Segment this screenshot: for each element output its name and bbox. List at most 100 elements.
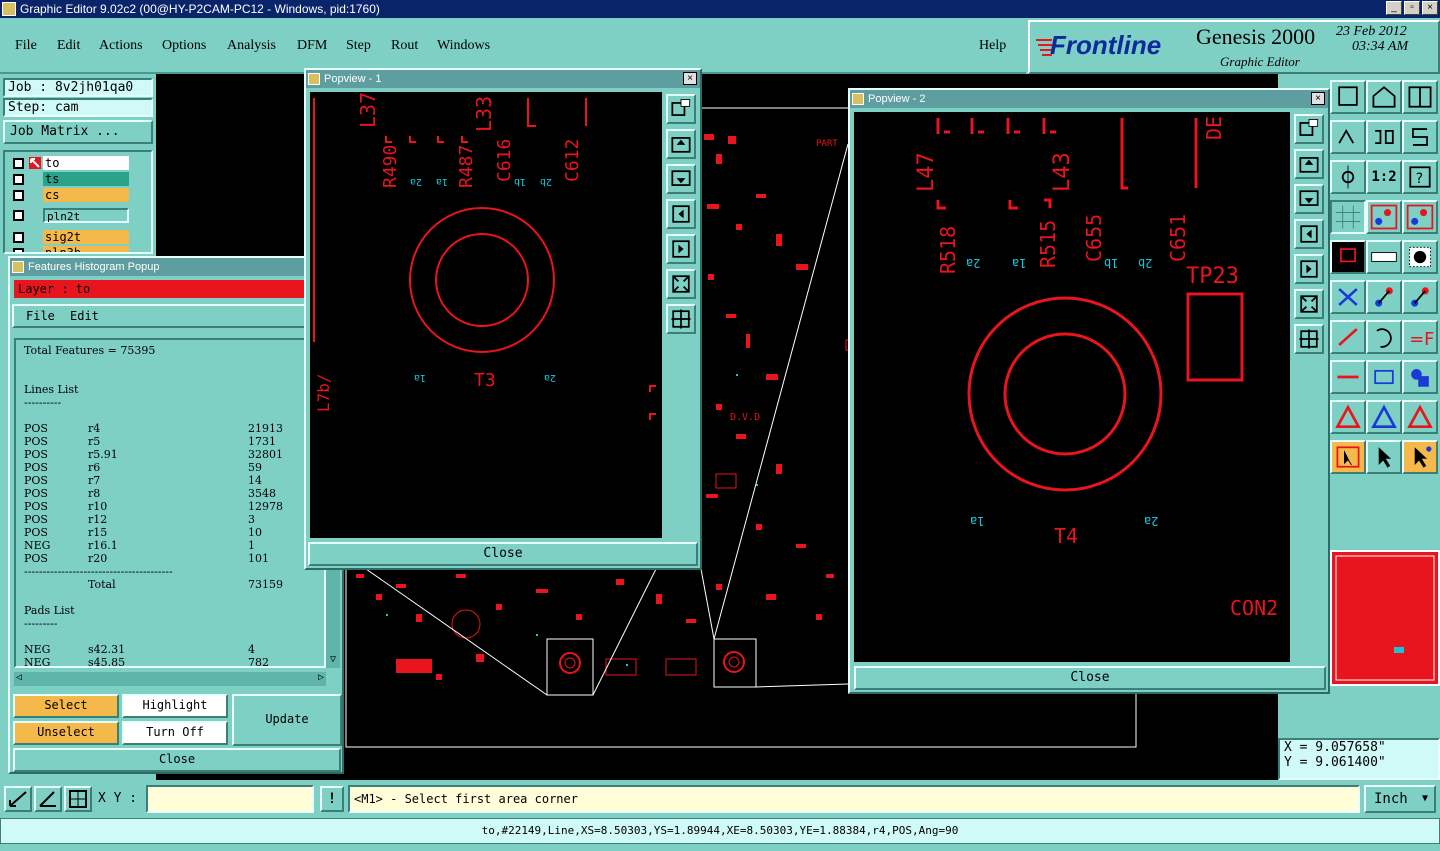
- menu-edit[interactable]: Edit: [57, 38, 80, 54]
- menu-file[interactable]: File: [15, 38, 37, 54]
- scroll-left-icon[interactable]: ◁: [16, 672, 22, 683]
- pan-right-icon[interactable]: [666, 234, 696, 264]
- units-selector[interactable]: Inch ▼: [1364, 785, 1436, 813]
- layer-checkbox[interactable]: [13, 232, 24, 243]
- xy-input[interactable]: [146, 785, 314, 813]
- line-row[interactable]: POS r20 101: [24, 552, 316, 565]
- line-row[interactable]: POS r7 14: [24, 474, 316, 487]
- popview-1-close-button[interactable]: Close: [308, 542, 698, 566]
- close-window-button[interactable]: ×: [1422, 1, 1438, 15]
- line-row[interactable]: POS r5.91 32801: [24, 448, 316, 461]
- move-point-icon[interactable]: [1366, 280, 1402, 314]
- scroll-down-icon[interactable]: ▽: [326, 654, 340, 668]
- pan-down-icon[interactable]: [1294, 184, 1324, 214]
- add-text-icon[interactable]: =F: [1402, 320, 1438, 354]
- popview-1-window[interactable]: Popview - 1 × L37 L33 R490 R487 C616 C612…: [304, 68, 702, 570]
- zoom-fit-icon[interactable]: [1294, 289, 1324, 319]
- line-row[interactable]: POS r12 3: [24, 513, 316, 526]
- histogram-hscrollbar[interactable]: ◁ ▷: [14, 672, 326, 686]
- center-icon[interactable]: [1330, 160, 1366, 194]
- pan-left-icon[interactable]: [1294, 219, 1324, 249]
- line-row[interactable]: POS r4 21913: [24, 422, 316, 435]
- add-pad-icon[interactable]: [1402, 360, 1438, 394]
- copy-point-icon[interactable]: [1402, 280, 1438, 314]
- menu-analysis[interactable]: Analysis: [227, 38, 276, 54]
- layer-row[interactable]: ts: [13, 172, 129, 187]
- layer-checkbox[interactable]: [13, 248, 24, 252]
- line-row[interactable]: POS r5 1731: [24, 435, 316, 448]
- layer-row[interactable]: pln2t: [13, 208, 129, 223]
- histogram-close-button[interactable]: Close: [13, 748, 341, 772]
- layer-checkbox[interactable]: [13, 190, 24, 201]
- scroll-right-icon[interactable]: ▷: [318, 672, 324, 683]
- select-button[interactable]: Select: [13, 694, 119, 718]
- histogram-menu-file[interactable]: File: [26, 309, 55, 323]
- cross-delete-icon[interactable]: [1330, 280, 1366, 314]
- snap-icon[interactable]: [1366, 120, 1402, 154]
- turn-off-button[interactable]: Turn Off: [122, 721, 228, 745]
- zoom-out-icon[interactable]: [1294, 324, 1324, 354]
- pan-up-icon[interactable]: [1294, 149, 1324, 179]
- select-area-icon[interactable]: [1330, 440, 1366, 474]
- help-question-icon[interactable]: ?: [1402, 160, 1438, 194]
- net-highlight-icon[interactable]: [1402, 200, 1438, 234]
- line-row[interactable]: POS r15 10: [24, 526, 316, 539]
- zoom-home-icon[interactable]: [1330, 80, 1366, 114]
- polygon-icon[interactable]: [1330, 400, 1366, 434]
- line-row[interactable]: NEG r16.1 1: [24, 539, 316, 552]
- add-arc-icon[interactable]: [1366, 320, 1402, 354]
- menu-rout[interactable]: Rout: [391, 38, 418, 54]
- popview-2-window[interactable]: Popview - 2 × L47 L43 R518 R515 C655 C651…: [848, 88, 1330, 694]
- select-pointer-icon[interactable]: [1366, 440, 1402, 474]
- layer-list[interactable]: to ts cs pln2t sig2t pln3b: [3, 150, 153, 254]
- grid-icon[interactable]: [1330, 200, 1366, 234]
- layer-checkbox[interactable]: [13, 174, 24, 185]
- layer-row[interactable]: cs: [13, 188, 129, 203]
- pad-row[interactable]: NEG s45.85 782: [24, 656, 316, 666]
- scale-1-2-icon[interactable]: 1:2: [1366, 160, 1402, 194]
- window-split-icon[interactable]: [1402, 80, 1438, 114]
- highlight-button[interactable]: Highlight: [122, 694, 228, 718]
- menu-options[interactable]: Options: [162, 38, 206, 54]
- zoom-fit-icon[interactable]: [666, 269, 696, 299]
- line-row[interactable]: POS r6 59: [24, 461, 316, 474]
- close-icon[interactable]: ×: [1311, 92, 1325, 105]
- layer-display-icon[interactable]: [1330, 240, 1366, 274]
- menu-dfm[interactable]: DFM: [297, 38, 327, 54]
- histogram-titlebar[interactable]: Features Histogram Popup: [10, 258, 342, 276]
- update-button[interactable]: Update: [232, 694, 342, 746]
- line-row[interactable]: POS r8 3548: [24, 487, 316, 500]
- add-line-icon[interactable]: [1330, 320, 1366, 354]
- unselect-button[interactable]: Unselect: [13, 721, 119, 745]
- add-surface-icon[interactable]: [1330, 360, 1366, 394]
- popview-2-canvas[interactable]: L47 L43 R518 R515 C655 C651 TP23 T4 CON2…: [854, 112, 1290, 662]
- histogram-menu-edit[interactable]: Edit: [70, 309, 99, 323]
- minimize-button[interactable]: _: [1386, 1, 1402, 15]
- layer-row[interactable]: pln3b: [13, 246, 129, 252]
- dimension-icon[interactable]: [1366, 360, 1402, 394]
- zoom-in-icon[interactable]: [666, 94, 696, 124]
- menu-help[interactable]: Help: [979, 38, 1006, 54]
- popview-2-titlebar[interactable]: Popview - 2 ×: [850, 90, 1328, 108]
- pan-left-icon[interactable]: [666, 199, 696, 229]
- line-row[interactable]: POS r10 12978: [24, 500, 316, 513]
- popview-2-close-button[interactable]: Close: [854, 666, 1326, 690]
- menu-windows[interactable]: Windows: [437, 38, 490, 54]
- pan-down-icon[interactable]: [666, 164, 696, 194]
- zoom-in-icon[interactable]: [1294, 114, 1324, 144]
- pad-row[interactable]: NEG s42.31 4: [24, 643, 316, 656]
- menu-step[interactable]: Step: [346, 38, 371, 54]
- pan-up-icon[interactable]: [666, 129, 696, 159]
- ruler-icon[interactable]: [1366, 240, 1402, 274]
- job-matrix-button[interactable]: Job Matrix ...: [3, 120, 153, 144]
- close-icon[interactable]: ×: [683, 72, 697, 85]
- grid-snap-icon[interactable]: [64, 786, 92, 812]
- popview-1-titlebar[interactable]: Popview - 1 ×: [306, 70, 700, 88]
- net-select-icon[interactable]: [1366, 200, 1402, 234]
- s-curve-icon[interactable]: [1402, 120, 1438, 154]
- maximize-button[interactable]: ▫: [1404, 1, 1420, 15]
- layer-checkbox[interactable]: [13, 210, 24, 221]
- layer-row[interactable]: to: [13, 156, 129, 171]
- slot-icon[interactable]: [1402, 400, 1438, 434]
- histogram-report[interactable]: Total Features = 75395 Lines List ------…: [14, 338, 326, 668]
